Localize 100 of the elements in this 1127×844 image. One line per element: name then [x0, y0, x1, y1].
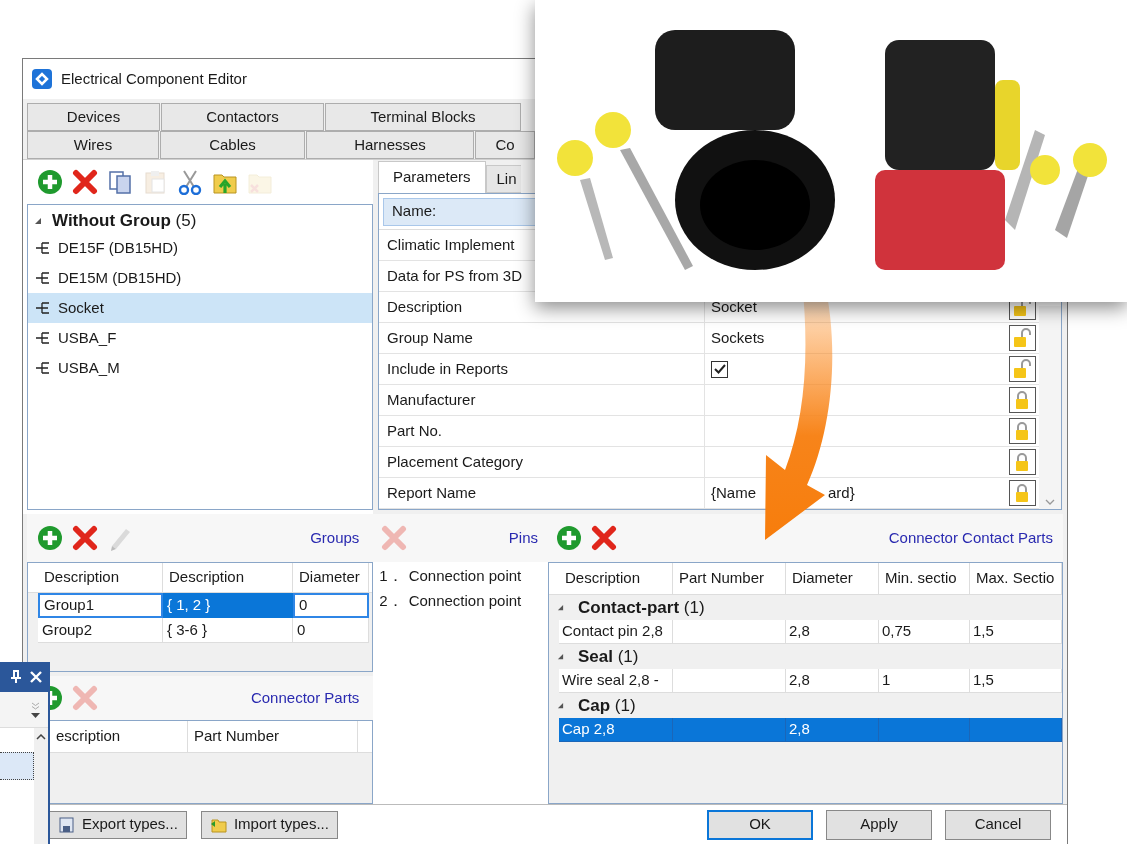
table-cell: { 3-6 } — [163, 618, 293, 643]
window-title: Electrical Component Editor — [61, 68, 247, 89]
export-button[interactable]: Export types... — [49, 810, 187, 839]
checkbox[interactable] — [711, 360, 728, 378]
property-name: Include in Reports — [379, 354, 705, 384]
table-cell: Group2 — [38, 618, 163, 643]
connector-symbol-icon — [36, 332, 50, 344]
property-value: ard} — [828, 482, 855, 503]
add-icon[interactable] — [556, 525, 582, 551]
table-cell: 0 — [293, 593, 369, 618]
padlock-icon[interactable] — [1008, 418, 1036, 444]
contact-parts-label: Connector Contact Parts — [888, 527, 1053, 548]
scrollbar[interactable] — [1039, 306, 1061, 509]
pins-label: Pins — [508, 527, 538, 548]
table-cell: 0 — [293, 618, 369, 643]
tree-item[interactable]: USBA_M — [28, 353, 372, 383]
pin-label[interactable]: Connection point — [408, 565, 522, 588]
add-icon[interactable] — [37, 525, 63, 551]
column-header[interactable]: Description — [559, 563, 673, 594]
property-name: Group Name — [379, 323, 705, 353]
category-tab[interactable]: Contactors — [161, 103, 324, 131]
connector-symbol-icon — [36, 242, 50, 254]
scrollbar[interactable] — [34, 728, 48, 844]
property-name: Part No. — [379, 416, 705, 446]
add-icon[interactable] — [37, 169, 63, 195]
pin-icon[interactable] — [10, 670, 22, 684]
connector-symbol-icon — [36, 272, 50, 284]
padlock-icon[interactable] — [1008, 449, 1036, 475]
table-cell: 0,75 — [879, 620, 970, 644]
scroll-up-icon[interactable] — [36, 734, 46, 740]
pin-number: 2． — [379, 591, 403, 612]
category-tab[interactable]: Terminal Blocks — [325, 103, 521, 131]
column-header[interactable]: Max. Sectio — [970, 563, 1062, 594]
save-icon — [58, 815, 76, 834]
table-cell: 2,8 — [786, 718, 879, 742]
column-header[interactable]: Diameter — [293, 563, 369, 592]
app-logo-icon — [31, 68, 53, 90]
unlocked-padlock-icon[interactable] — [1008, 356, 1036, 382]
collapse-triangle-icon[interactable] — [557, 604, 564, 611]
connector-parts-label: Connector Parts — [250, 687, 360, 708]
column-header[interactable]: Min. sectio — [879, 563, 970, 594]
scroll-down-icon[interactable] — [1045, 499, 1055, 505]
table-cell: Wire seal 2,8 - — [559, 669, 673, 693]
category-tab[interactable]: Co — [475, 131, 535, 159]
delete-icon[interactable] — [72, 169, 98, 195]
column-header[interactable]: Description — [163, 563, 293, 592]
table-cell: Cap 2,8 — [559, 718, 673, 742]
category-tab[interactable]: Harnesses — [306, 131, 474, 159]
group-label: Contact-part (1) — [578, 596, 705, 619]
column-header[interactable]: Description — [38, 563, 163, 592]
category-tab[interactable]: Devices — [27, 103, 160, 131]
tree-item[interactable]: DE15M (DB15HD) — [28, 263, 372, 293]
tree-item[interactable]: Socket — [28, 293, 372, 323]
property-value: {Name — [711, 482, 757, 503]
property-name: Placement Category — [379, 447, 705, 477]
column-header[interactable]: Diameter — [786, 563, 879, 594]
table-cell: Group1 — [38, 593, 163, 618]
copy-icon[interactable] — [107, 169, 133, 195]
delete-icon[interactable] — [591, 525, 617, 551]
param-tab[interactable]: Lin — [485, 165, 521, 193]
import-button[interactable]: Import types... — [200, 810, 338, 839]
table-cell: 1 — [879, 669, 970, 693]
property-value: Sockets — [711, 327, 765, 348]
unlocked-padlock-icon[interactable] — [1008, 325, 1036, 351]
column-header[interactable]: Part Number — [188, 721, 358, 752]
tree-group-label[interactable]: Without Group (5) — [52, 207, 197, 234]
tree-item[interactable]: USBA_F — [28, 323, 372, 353]
param-tab[interactable]: Parameters — [378, 161, 486, 193]
dialog-button[interactable]: Cancel — [945, 809, 1051, 840]
selected-item[interactable] — [0, 752, 34, 780]
property-value: Socket — [711, 296, 757, 317]
scissors-icon[interactable] — [177, 169, 203, 195]
dialog-button[interactable]: Apply — [826, 809, 932, 840]
connector-symbol-icon — [36, 362, 50, 374]
group-label: Cap (1) — [578, 694, 636, 717]
collapse-triangle-icon[interactable] — [557, 702, 564, 709]
table-cell: 2,8 — [786, 669, 879, 693]
connector-symbol-icon — [36, 302, 50, 314]
table-cell: 2,8 — [786, 620, 879, 644]
pin-label[interactable]: Connection point — [408, 590, 522, 613]
padlock-icon[interactable] — [1008, 480, 1036, 506]
property-name: Manufacturer — [379, 385, 705, 415]
tree-item[interactable]: DE15F (DB15HD) — [28, 233, 372, 263]
close-icon[interactable] — [30, 671, 42, 683]
delete-icon[interactable] — [72, 525, 98, 551]
dialog-button[interactable]: OK — [707, 809, 813, 840]
table-cell: Contact pin 2,8 — [559, 620, 673, 644]
pin-number: 1． — [379, 566, 403, 587]
table-cell: { 1, 2 } — [163, 593, 293, 618]
group-label: Seal (1) — [578, 645, 639, 668]
category-tab[interactable]: Wires — [27, 131, 159, 159]
property-name: Report Name — [379, 478, 705, 508]
padlock-icon[interactable] — [1008, 387, 1036, 413]
groups-label: Groups — [310, 527, 360, 548]
column-header[interactable]: Part Number — [673, 563, 786, 594]
dropdown-arrow-icon[interactable] — [31, 712, 40, 718]
table-cell: 1,5 — [970, 669, 1062, 693]
collapse-triangle-icon[interactable] — [557, 653, 564, 660]
category-tab[interactable]: Cables — [160, 131, 305, 159]
collapse-triangle-icon[interactable] — [34, 216, 42, 225]
